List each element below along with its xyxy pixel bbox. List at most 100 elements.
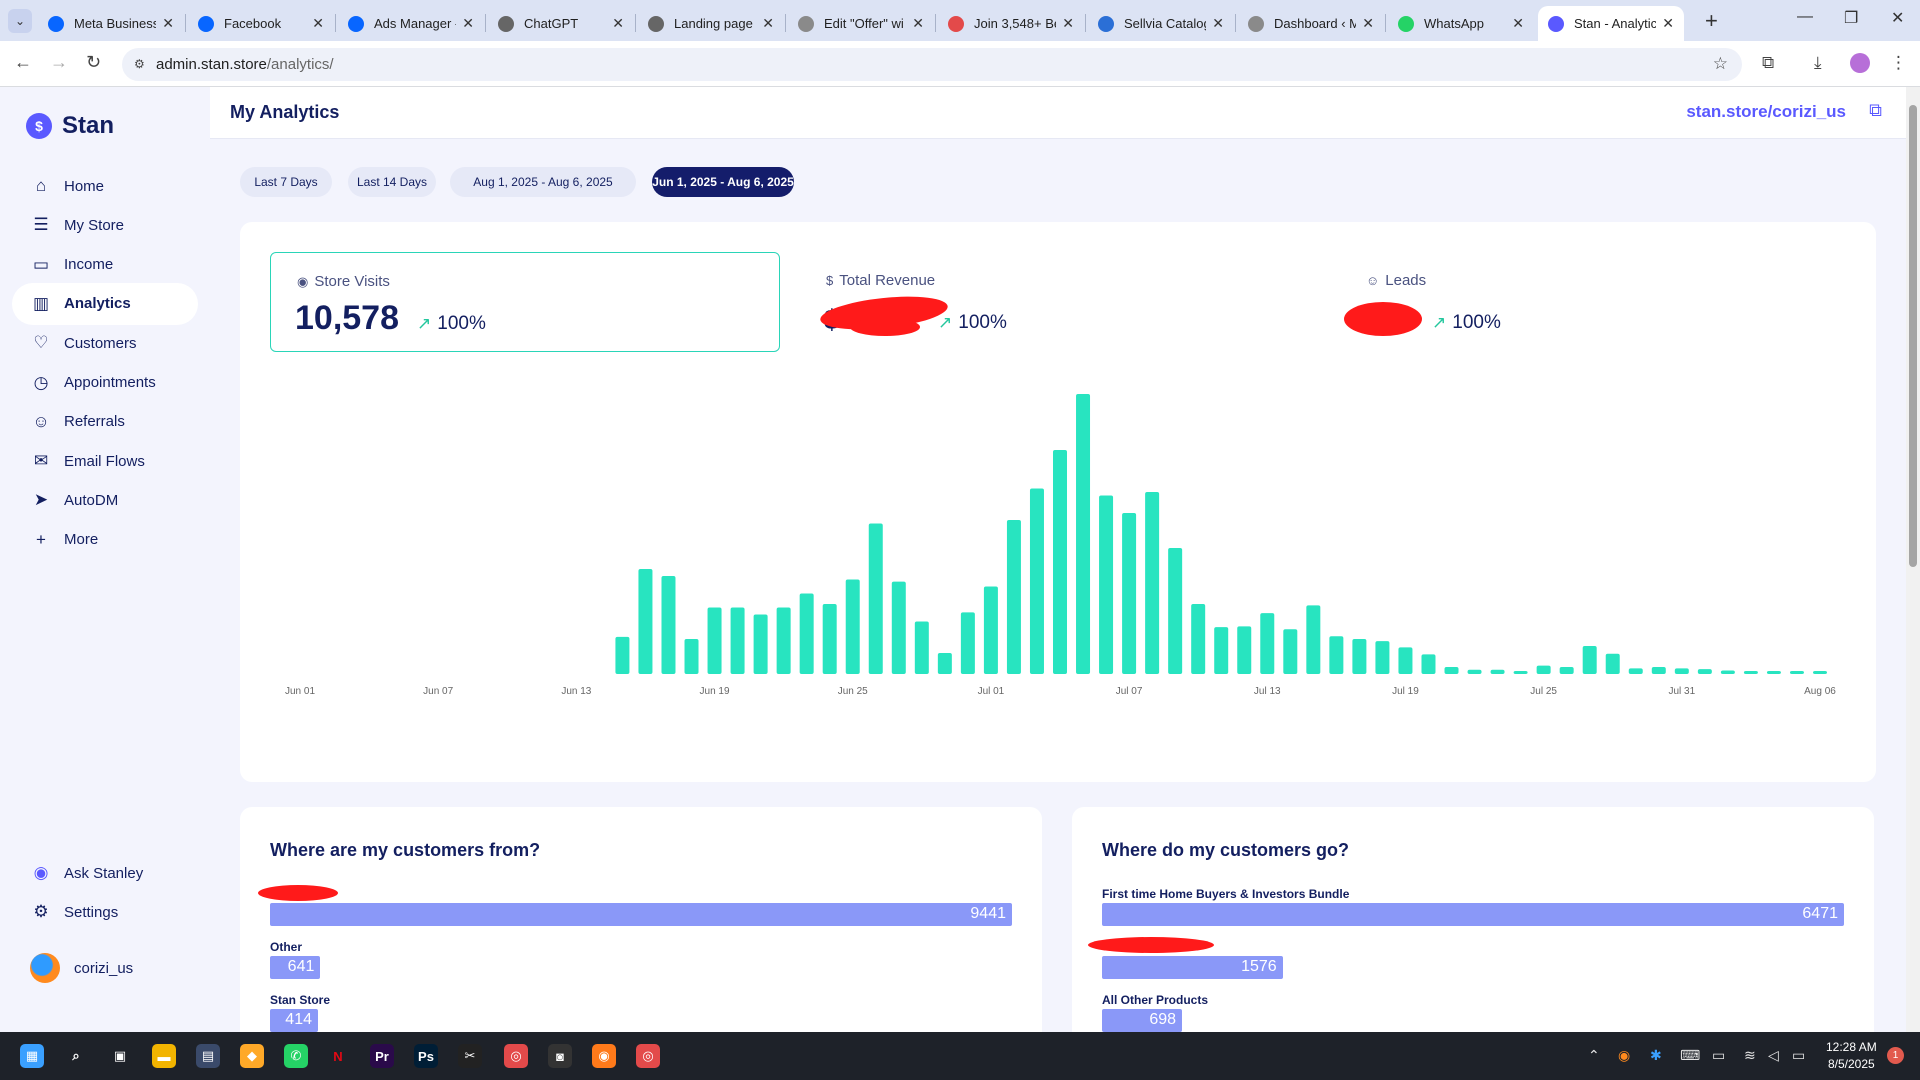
sidebar-item-more[interactable]: + More — [12, 519, 198, 561]
chart-bar[interactable] — [730, 607, 745, 675]
sidebar-item-analytics[interactable]: ▥ Analytics — [12, 282, 198, 325]
chart-bar[interactable] — [1329, 636, 1344, 674]
close-tab-icon[interactable]: ✕ — [762, 15, 774, 32]
sidebar-profile[interactable]: corizi_us — [12, 947, 198, 989]
chart-bar[interactable] — [1720, 670, 1735, 675]
close-tab-icon[interactable]: ✕ — [462, 15, 474, 32]
close-tab-icon[interactable]: ✕ — [1512, 15, 1524, 32]
chart-bar[interactable] — [1191, 604, 1206, 674]
close-tab-icon[interactable]: ✕ — [1212, 15, 1224, 32]
chart-bar[interactable] — [1260, 613, 1275, 674]
chart-bar[interactable] — [845, 579, 860, 675]
whatsapp-icon[interactable]: ✆ — [284, 1044, 308, 1068]
chart-bar[interactable] — [1398, 647, 1413, 674]
chart-bar[interactable] — [1076, 394, 1091, 674]
browser-tab[interactable]: ChatGPT ✕ — [488, 6, 634, 41]
stat-total-revenue[interactable]: $Total Revenue $ ↗100% — [800, 252, 1310, 352]
chart-bar[interactable] — [1122, 513, 1137, 674]
chart-bar[interactable] — [1536, 665, 1551, 674]
browser-tab[interactable]: Sellvia Catalog ✕ — [1088, 6, 1234, 41]
chart-bar[interactable] — [983, 586, 998, 675]
close-tab-icon[interactable]: ✕ — [1362, 15, 1374, 32]
chart-bar[interactable] — [1006, 520, 1021, 674]
camera-icon[interactable]: ◙ — [548, 1044, 572, 1068]
browser-tab[interactable]: Edit "Offer" wi ✕ — [788, 6, 934, 41]
chart-bar[interactable] — [914, 621, 929, 675]
extensions-icon[interactable]: ⧉ — [1762, 53, 1774, 73]
chrome-profile-icon[interactable]: ◎ — [636, 1044, 660, 1068]
browser-tab[interactable]: Join 3,548+ Be ✕ — [938, 6, 1084, 41]
chart-bar[interactable] — [1490, 669, 1505, 674]
premiere-icon[interactable]: Pr — [370, 1044, 394, 1068]
restore-icon[interactable]: ❐ — [1844, 8, 1858, 28]
date-range-button[interactable]: Aug 1, 2025 - Aug 6, 2025 — [450, 167, 636, 197]
chart-bar[interactable] — [638, 569, 653, 674]
sidebar-item-home[interactable]: ⌂ Home — [12, 165, 198, 207]
copy-icon[interactable]: ⧉ — [1869, 100, 1882, 121]
app-icon[interactable]: ◆ — [240, 1044, 264, 1068]
chart-bar[interactable] — [1352, 639, 1367, 674]
close-tab-icon[interactable]: ✕ — [312, 15, 324, 32]
sidebar-item-income[interactable]: ▭ Income — [12, 244, 198, 286]
netflix-icon[interactable]: N — [326, 1044, 350, 1068]
chart-bar[interactable] — [1421, 654, 1436, 674]
back-icon[interactable]: ← — [14, 52, 32, 73]
sidebar-item-my-store[interactable]: ☰ My Store — [12, 204, 198, 246]
chart-bar[interactable] — [1145, 492, 1160, 674]
sidebar-item-appointments[interactable]: ◷ Appointments — [12, 362, 198, 404]
chart-bar[interactable] — [707, 607, 722, 675]
keyboard-icon[interactable]: ⌨ — [1680, 1047, 1700, 1064]
date-range-button[interactable]: Jun 1, 2025 - Aug 6, 2025 — [652, 167, 794, 197]
chart-bar[interactable] — [1743, 671, 1758, 674]
chart-bar[interactable] — [1375, 641, 1390, 674]
capcut-icon[interactable]: ✂ — [458, 1044, 482, 1068]
chart-bar[interactable] — [661, 576, 676, 674]
browser-tab[interactable]: Ads Manager - ✕ — [338, 6, 484, 41]
chart-bar[interactable] — [1099, 495, 1114, 675]
browser-tab[interactable]: Landing page ✕ — [638, 6, 784, 41]
battery-icon[interactable]: ▭ — [1792, 1047, 1805, 1064]
stat-leads[interactable]: ☺ Leads ↗ 100% — [1340, 252, 1850, 352]
volume-icon[interactable]: ◁ — [1768, 1047, 1779, 1064]
stat-store-visits[interactable]: ◉ Store Visits 10,578 ↗ 100% — [270, 252, 780, 352]
browser-tab[interactable]: WhatsApp ✕ — [1388, 6, 1534, 41]
sidebar-item-settings[interactable]: ⚙ Settings — [12, 891, 198, 933]
tab-search-icon[interactable]: ⌄ — [8, 9, 32, 33]
bar-row[interactable]: 698 — [1102, 1009, 1183, 1032]
forward-icon[interactable]: → — [50, 52, 68, 73]
display-icon[interactable]: ▭ — [1712, 1047, 1725, 1064]
bar-row[interactable]: 6471 — [1102, 903, 1844, 926]
chart-bar[interactable] — [891, 581, 906, 674]
chart-bar[interactable] — [960, 612, 975, 674]
download-icon[interactable]: ⤓ — [1814, 53, 1822, 73]
close-tab-icon[interactable]: ✕ — [1662, 15, 1674, 32]
scrollbar-thumb[interactable] — [1909, 105, 1917, 567]
calculator-icon[interactable]: ▤ — [196, 1044, 220, 1068]
chart-bar[interactable] — [822, 604, 837, 674]
store-link[interactable]: stan.store/corizi_us — [1686, 102, 1846, 122]
chart-bar[interactable] — [1789, 671, 1804, 674]
chart-bar[interactable] — [684, 639, 699, 674]
chart-bar[interactable] — [1053, 450, 1067, 674]
chart-bar[interactable] — [1306, 605, 1321, 674]
windows-start-icon[interactable]: ▦ — [20, 1044, 44, 1068]
chart-bar[interactable] — [753, 614, 768, 675]
close-tab-icon[interactable]: ✕ — [912, 15, 924, 32]
chart-bar[interactable] — [1559, 667, 1574, 674]
close-window-icon[interactable]: ✕ — [1891, 8, 1904, 28]
bluetooth-icon[interactable]: ✱ — [1650, 1047, 1662, 1064]
tray-chevron-icon[interactable]: ⌃ — [1588, 1047, 1600, 1064]
bar-row[interactable]: 414 — [270, 1009, 318, 1032]
bar-row[interactable]: 9441 — [270, 903, 1012, 926]
chart-bar[interactable] — [937, 653, 952, 674]
bookmark-star-icon[interactable]: ☆ — [1713, 54, 1728, 74]
chart-bar[interactable] — [1214, 627, 1229, 674]
sidebar-item-referrals[interactable]: ☺ Referrals — [12, 401, 198, 443]
browser-tab[interactable]: Dashboard ‹ M ✕ — [1238, 6, 1384, 41]
chart-bar[interactable] — [1697, 669, 1712, 674]
chart-bar[interactable] — [1467, 669, 1482, 674]
sidebar-item-email-flows[interactable]: ✉ Email Flows — [12, 440, 198, 482]
site-info-icon[interactable]: ⚙ — [134, 57, 145, 71]
bar-row[interactable]: 641 — [270, 956, 321, 979]
page-scrollbar[interactable] — [1906, 87, 1920, 1032]
